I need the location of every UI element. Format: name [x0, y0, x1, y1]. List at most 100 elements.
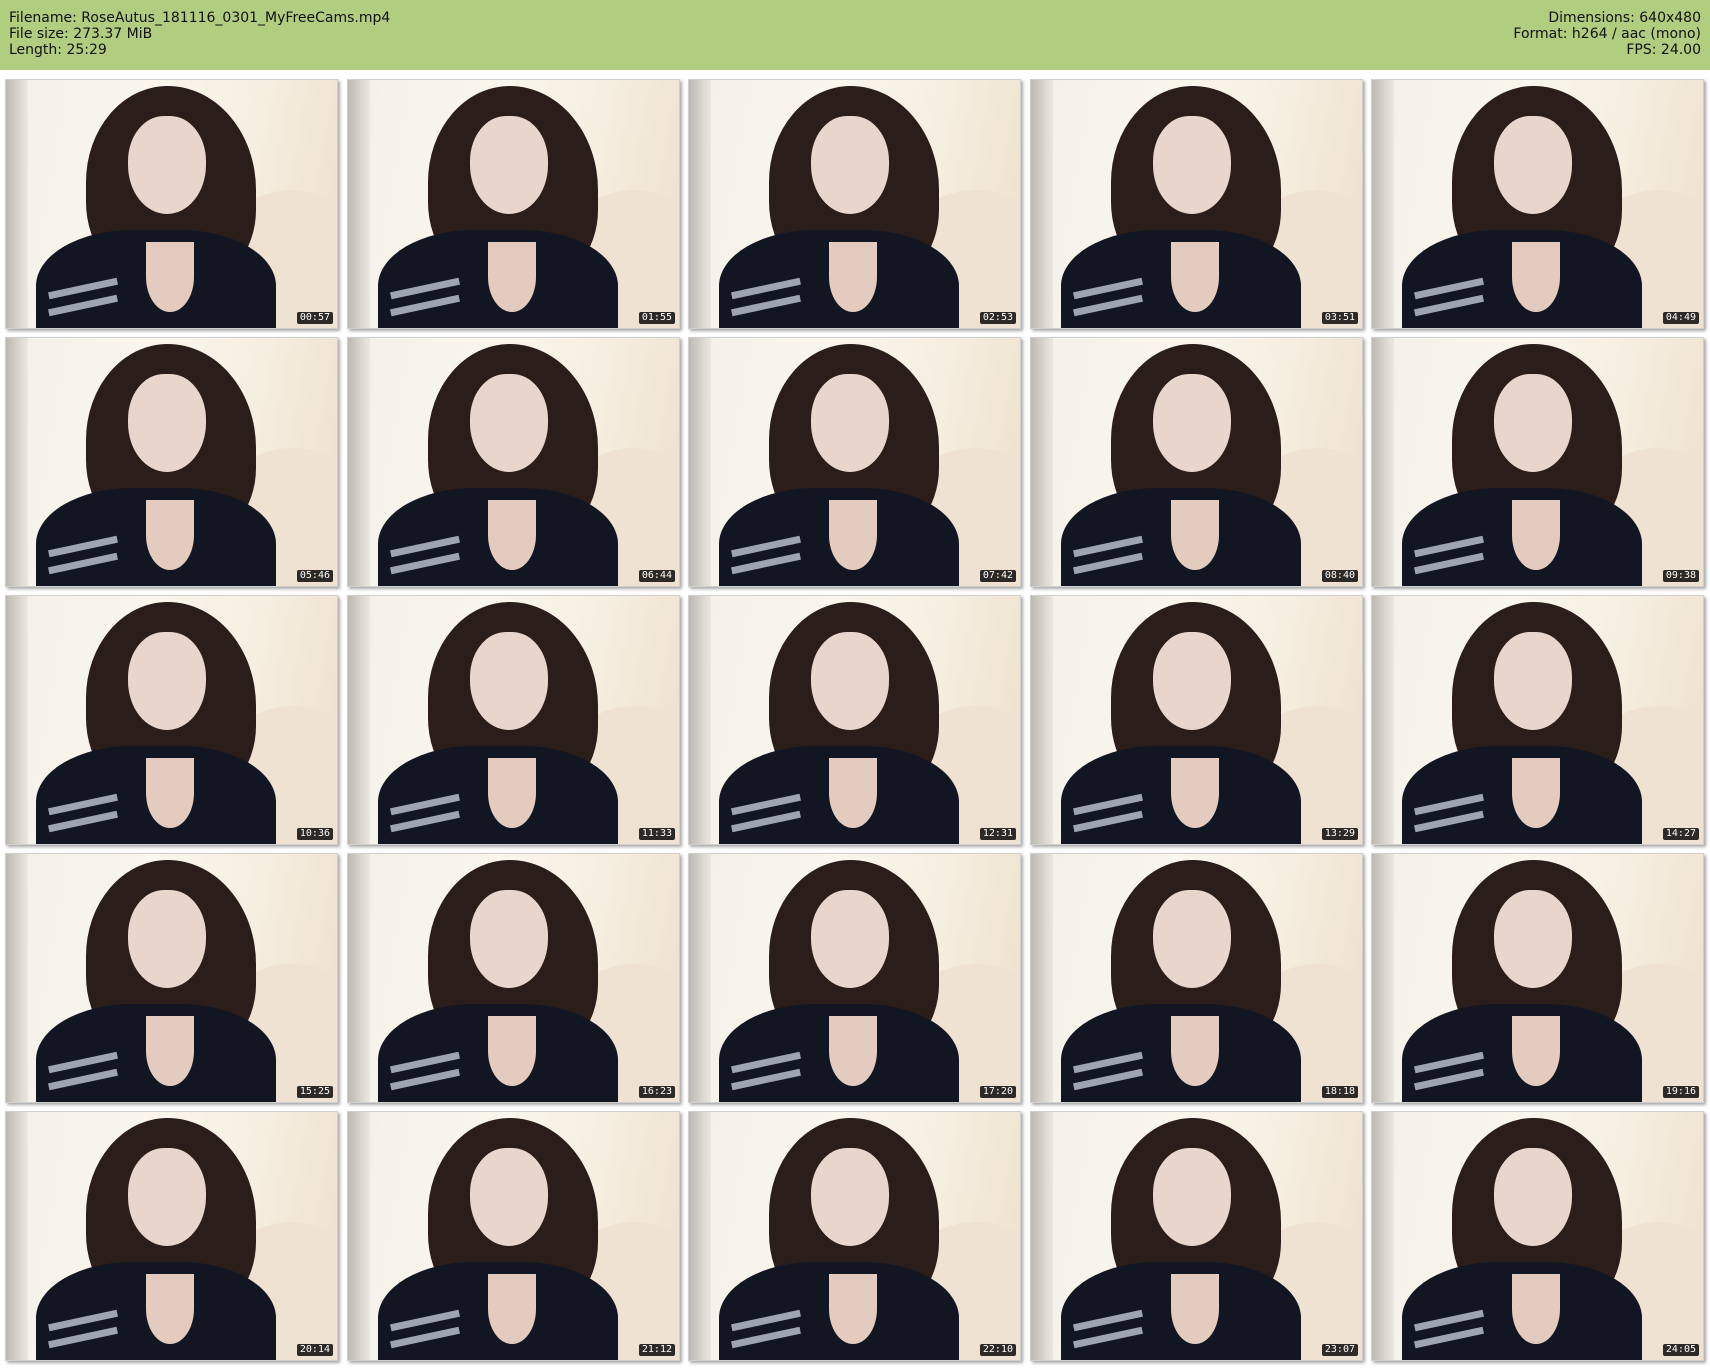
neckline-shape	[488, 1016, 536, 1086]
timestamp-label: 00:57	[296, 312, 333, 324]
length-text: Length: 25:29	[9, 42, 107, 58]
frame-image	[6, 338, 337, 586]
video-thumbnail[interactable]: 01:55	[347, 79, 680, 329]
frame-image	[6, 596, 337, 844]
neckline-shape	[488, 758, 536, 828]
wall-edge-shape	[1372, 338, 1394, 586]
video-thumbnail[interactable]: 24:05	[1371, 1111, 1704, 1361]
info-header: Filename: RoseAutus_181116_0301_MyFreeCa…	[0, 0, 1710, 70]
video-thumbnail[interactable]: 23:07	[1030, 1111, 1363, 1361]
video-thumbnail[interactable]: 00:57	[5, 79, 338, 329]
neckline-shape	[1512, 242, 1560, 312]
timestamp-label: 09:38	[1662, 570, 1699, 582]
neckline-shape	[146, 1016, 194, 1086]
neckline-shape	[829, 1016, 877, 1086]
neckline-shape	[488, 500, 536, 570]
frame-image	[689, 1112, 1020, 1360]
filename-text: Filename: RoseAutus_181116_0301_MyFreeCa…	[9, 10, 391, 26]
frame-image	[1031, 338, 1362, 586]
timestamp-label: 14:27	[1662, 828, 1699, 840]
wall-edge-shape	[689, 80, 711, 328]
neckline-shape	[1171, 1274, 1219, 1344]
timestamp-label: 10:36	[296, 828, 333, 840]
face-shape	[1494, 1148, 1572, 1246]
video-thumbnail[interactable]: 19:16	[1371, 853, 1704, 1103]
wall-edge-shape	[348, 596, 370, 844]
neckline-shape	[1171, 242, 1219, 312]
video-thumbnail[interactable]: 22:10	[688, 1111, 1021, 1361]
video-thumbnail[interactable]: 04:49	[1371, 79, 1704, 329]
face-shape	[128, 116, 206, 214]
face-shape	[811, 890, 889, 988]
video-thumbnail[interactable]: 05:46	[5, 337, 338, 587]
wall-edge-shape	[1031, 596, 1053, 844]
neckline-shape	[1512, 500, 1560, 570]
frame-image	[1031, 596, 1362, 844]
frame-image	[1372, 80, 1703, 328]
timestamp-label: 15:25	[296, 1086, 333, 1098]
timestamp-label: 16:23	[638, 1086, 675, 1098]
timestamp-label: 20:14	[296, 1344, 333, 1356]
wall-edge-shape	[348, 1112, 370, 1360]
timestamp-label: 01:55	[638, 312, 675, 324]
video-thumbnail[interactable]: 09:38	[1371, 337, 1704, 587]
video-thumbnail[interactable]: 21:12	[347, 1111, 680, 1361]
neckline-shape	[1512, 1274, 1560, 1344]
neckline-shape	[829, 242, 877, 312]
timestamp-label: 03:51	[1321, 312, 1358, 324]
timestamp-label: 21:12	[638, 1344, 675, 1356]
neckline-shape	[1171, 500, 1219, 570]
face-shape	[1153, 632, 1231, 730]
video-thumbnail[interactable]: 15:25	[5, 853, 338, 1103]
frame-image	[1031, 1112, 1362, 1360]
video-thumbnail[interactable]: 03:51	[1030, 79, 1363, 329]
file-info: Filename: RoseAutus_181116_0301_MyFreeCa…	[9, 10, 390, 58]
video-thumbnail[interactable]: 06:44	[347, 337, 680, 587]
video-thumbnail[interactable]: 11:33	[347, 595, 680, 845]
face-shape	[1153, 890, 1231, 988]
video-thumbnail[interactable]: 02:53	[688, 79, 1021, 329]
wall-edge-shape	[348, 338, 370, 586]
neckline-shape	[1171, 758, 1219, 828]
timestamp-label: 05:46	[296, 570, 333, 582]
video-thumbnail[interactable]: 13:29	[1030, 595, 1363, 845]
neckline-shape	[1171, 1016, 1219, 1086]
neckline-shape	[1512, 1016, 1560, 1086]
neckline-shape	[829, 758, 877, 828]
frame-image	[348, 80, 679, 328]
dimensions-text: Dimensions: 640x480	[1548, 10, 1701, 26]
wall-edge-shape	[348, 80, 370, 328]
wall-edge-shape	[1031, 1112, 1053, 1360]
wall-edge-shape	[6, 80, 28, 328]
video-thumbnail[interactable]: 18:18	[1030, 853, 1363, 1103]
timestamp-label: 08:40	[1321, 570, 1358, 582]
video-thumbnail[interactable]: 10:36	[5, 595, 338, 845]
frame-image	[1372, 1112, 1703, 1360]
video-thumbnail[interactable]: 17:20	[688, 853, 1021, 1103]
timestamp-label: 12:31	[979, 828, 1016, 840]
face-shape	[1494, 890, 1572, 988]
video-thumbnail[interactable]: 07:42	[688, 337, 1021, 587]
face-shape	[811, 374, 889, 472]
timestamp-label: 19:16	[1662, 1086, 1699, 1098]
wall-edge-shape	[1372, 596, 1394, 844]
neckline-shape	[488, 242, 536, 312]
face-shape	[811, 1148, 889, 1246]
face-shape	[128, 1148, 206, 1246]
video-thumbnail[interactable]: 16:23	[347, 853, 680, 1103]
face-shape	[811, 116, 889, 214]
video-thumbnail[interactable]: 12:31	[688, 595, 1021, 845]
timestamp-label: 04:49	[1662, 312, 1699, 324]
video-info: Dimensions: 640x480 Format: h264 / aac (…	[1513, 10, 1701, 58]
wall-edge-shape	[1031, 854, 1053, 1102]
timestamp-label: 06:44	[638, 570, 675, 582]
face-shape	[128, 632, 206, 730]
neckline-shape	[146, 758, 194, 828]
video-thumbnail[interactable]: 14:27	[1371, 595, 1704, 845]
video-thumbnail[interactable]: 08:40	[1030, 337, 1363, 587]
video-thumbnail[interactable]: 20:14	[5, 1111, 338, 1361]
face-shape	[128, 374, 206, 472]
frame-image	[348, 596, 679, 844]
neckline-shape	[146, 242, 194, 312]
neckline-shape	[1512, 758, 1560, 828]
